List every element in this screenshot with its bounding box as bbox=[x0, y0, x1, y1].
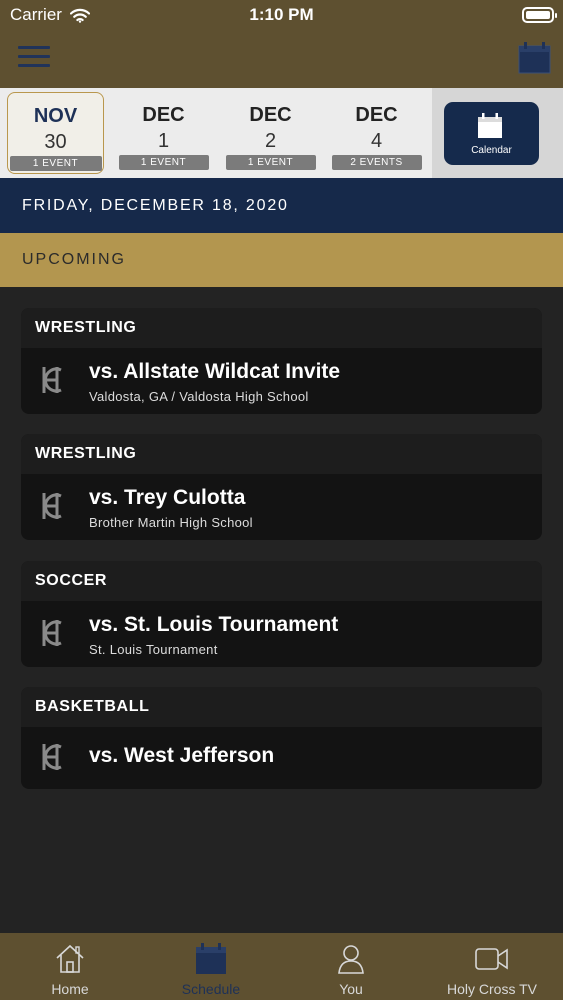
date-tile-event-count: 1 EVENT bbox=[9, 156, 102, 171]
calendar-icon bbox=[196, 943, 226, 974]
date-tile-month: DEC bbox=[355, 104, 398, 126]
event-title: vs. St. Louis Tournament bbox=[89, 613, 339, 636]
tab-you[interactable]: You bbox=[281, 933, 421, 1000]
tab-holy-cross-tv[interactable]: Holy Cross TV bbox=[422, 933, 562, 1000]
date-tile-dec-4[interactable]: DEC 4 2 EVENTS bbox=[328, 92, 425, 174]
date-tile-month: NOV bbox=[33, 105, 78, 127]
holy-cross-logo-icon bbox=[42, 744, 62, 770]
event-location: Valdosta, GA / Valdosta High School bbox=[89, 389, 309, 404]
home-icon bbox=[56, 944, 84, 973]
date-header-text: FRIDAY, DECEMBER 18, 2020 bbox=[22, 197, 289, 214]
event-location: St. Louis Tournament bbox=[89, 642, 218, 657]
tab-bar: Home Schedule You Holy Cross TV bbox=[0, 933, 563, 1000]
date-tile-month: DEC bbox=[142, 104, 185, 126]
section-header-text: UPCOMING bbox=[22, 251, 126, 268]
date-tile-event-count: 1 EVENT bbox=[118, 155, 209, 170]
event-title: vs. Trey Culotta bbox=[89, 486, 246, 509]
tab-label: Holy Cross TV bbox=[447, 981, 537, 997]
date-tile-dec-2[interactable]: DEC 2 1 EVENT bbox=[222, 92, 319, 174]
date-tile-day: 4 bbox=[370, 130, 383, 152]
date-header: FRIDAY, DECEMBER 18, 2020 bbox=[0, 178, 563, 233]
event-sport: WRESTLING bbox=[21, 434, 542, 474]
date-tile-day: 30 bbox=[44, 131, 67, 153]
event-card[interactable]: WRESTLING vs. Trey Culotta Brother Marti… bbox=[21, 434, 542, 540]
calendar-icon bbox=[478, 113, 502, 138]
date-tile-dec-1[interactable]: DEC 1 1 EVENT bbox=[115, 92, 212, 174]
event-card[interactable]: BASKETBALL vs. West Jefferson bbox=[21, 687, 542, 789]
holy-cross-logo-icon bbox=[42, 367, 62, 393]
date-tile-event-count: 1 EVENT bbox=[225, 155, 316, 170]
event-card[interactable]: SOCCER vs. St. Louis Tournament St. Loui… bbox=[21, 561, 542, 667]
date-tile-day: 2 bbox=[264, 130, 277, 152]
event-sport: BASKETBALL bbox=[21, 687, 542, 727]
video-camera-icon bbox=[475, 948, 508, 970]
date-tile-event-count: 2 EVENTS bbox=[331, 155, 422, 170]
status-time: 1:10 PM bbox=[249, 5, 314, 24]
date-tile-day: 1 bbox=[157, 130, 170, 152]
calendar-icon[interactable] bbox=[518, 42, 551, 74]
event-location: Brother Martin High School bbox=[89, 515, 253, 530]
person-icon bbox=[338, 945, 364, 974]
event-title: vs. West Jefferson bbox=[89, 744, 275, 767]
tab-home[interactable]: Home bbox=[0, 933, 140, 1000]
battery-icon bbox=[522, 7, 557, 23]
section-header-upcoming: UPCOMING bbox=[0, 233, 563, 287]
date-strip: NOV 30 1 EVENT DEC 1 1 EVENT DEC 2 1 EVE… bbox=[0, 88, 563, 178]
holy-cross-logo-icon bbox=[42, 493, 62, 519]
holy-cross-logo-icon bbox=[42, 620, 62, 646]
event-sport: WRESTLING bbox=[21, 308, 542, 348]
tab-label: Schedule bbox=[181, 981, 241, 997]
calendar-panel: Calendar bbox=[432, 88, 563, 178]
event-card[interactable]: WRESTLING vs. Allstate Wildcat Invite Va… bbox=[21, 308, 542, 414]
tab-label: You bbox=[339, 981, 363, 997]
event-sport: SOCCER bbox=[21, 561, 542, 601]
status-bar: Carrier 1:10 PM bbox=[0, 0, 563, 30]
calendar-button-label: Calendar bbox=[471, 145, 512, 156]
tab-label: Home bbox=[51, 981, 89, 997]
event-title: vs. Allstate Wildcat Invite bbox=[89, 360, 341, 383]
menu-button[interactable] bbox=[18, 46, 50, 68]
tab-schedule[interactable]: Schedule bbox=[141, 933, 281, 1000]
date-tile-month: DEC bbox=[249, 104, 292, 126]
navigation-bar: Carrier 1:10 PM bbox=[0, 0, 563, 88]
calendar-button[interactable]: Calendar bbox=[444, 102, 539, 165]
date-tile-nov-30[interactable]: NOV 30 1 EVENT bbox=[7, 92, 104, 174]
